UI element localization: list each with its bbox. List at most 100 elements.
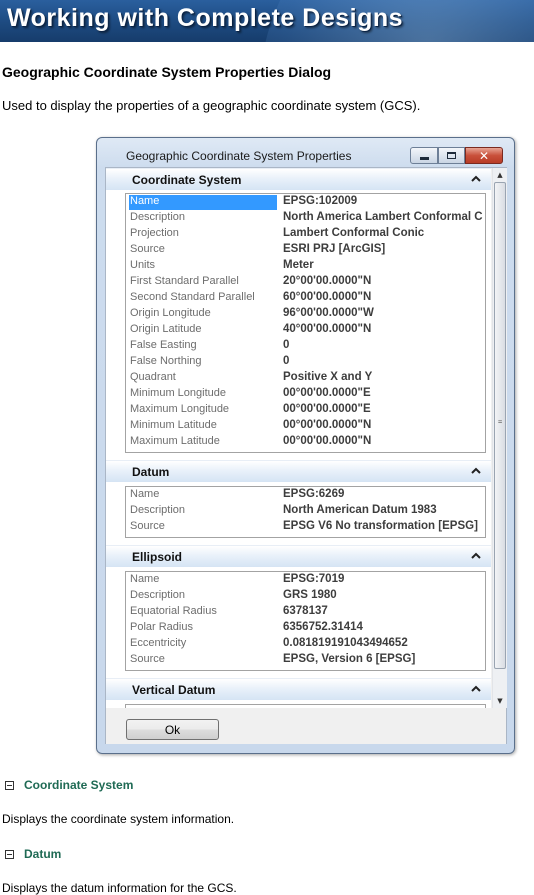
property-row[interactable]: Equatorial Radius 6378137 <box>126 604 485 620</box>
property-row[interactable]: Projection Lambert Conformal Conic <box>126 226 485 242</box>
property-name: First Standard Parallel <box>130 275 239 287</box>
collapse-chevron-icon[interactable] <box>470 465 482 477</box>
minimize-button[interactable] <box>410 147 438 164</box>
page-heading: Geographic Coordinate System Properties … <box>2 64 332 80</box>
property-value: Lambert Conformal Conic <box>283 227 425 239</box>
section-link-datum[interactable]: Datum <box>5 847 61 861</box>
property-name: Description <box>130 504 186 516</box>
property-row[interactable]: Origin Longitude 96°00'00.0000"W <box>126 306 485 322</box>
section-header-vertical-datum[interactable]: Vertical Datum <box>106 678 491 700</box>
property-value: 00°00'00.0000"E <box>283 387 371 399</box>
property-value: Positive X and Y <box>283 371 373 383</box>
section-link-label[interactable]: Datum <box>24 847 61 861</box>
close-button[interactable]: ✕ <box>465 147 503 164</box>
property-value: 00°00'00.0000"N <box>283 419 372 431</box>
coordinate-system-property-grid: Name EPSG:102009 Description North America … <box>125 193 486 453</box>
scroll-down-arrow-icon[interactable]: ▼ <box>493 694 507 708</box>
properties-scroll-area[interactable]: Coordinate System Name EPSG:102009 Descrip… <box>106 168 491 708</box>
property-name: Origin Longitude <box>130 307 211 319</box>
collapse-chevron-icon[interactable] <box>470 173 482 185</box>
scroll-up-arrow-icon[interactable]: ▲ <box>493 168 507 182</box>
property-name: Polar Radius <box>130 621 193 633</box>
section-title: Vertical Datum <box>132 683 216 697</box>
section-title: Ellipsoid <box>132 550 183 564</box>
property-value: 00°00'00.0000"N <box>283 435 372 447</box>
property-row[interactable]: Source ESRI PRJ [ArcGIS] <box>126 242 485 258</box>
property-value: GRS 1980 <box>283 589 337 601</box>
property-row[interactable]: First Standard Parallel 20°00'00.0000"N <box>126 274 485 290</box>
property-name: False Easting <box>130 339 197 351</box>
property-value: 40°00'00.0000"N <box>283 323 372 335</box>
property-name: False Northing <box>130 355 202 367</box>
section-title: Coordinate System <box>132 173 242 187</box>
property-row[interactable]: Origin Latitude 40°00'00.0000"N <box>126 322 485 338</box>
dialog-client-area: Coordinate System Name EPSG:102009 Descrip… <box>105 167 507 744</box>
property-row[interactable]: Quadrant Positive X and Y <box>126 370 485 386</box>
collapse-chevron-icon[interactable] <box>470 683 482 695</box>
property-row[interactable]: Units Meter <box>126 258 485 274</box>
property-row[interactable]: False Northing 0 <box>126 354 485 370</box>
property-value: 0 <box>283 339 290 351</box>
banner: Working with Complete Designs <box>0 0 534 42</box>
property-row[interactable]: False Easting 0 <box>126 338 485 354</box>
property-row[interactable]: Description North American Datum 1983 <box>126 503 485 519</box>
property-name: Name <box>129 195 277 210</box>
property-value: Meter <box>283 259 314 271</box>
property-row[interactable]: Description North America Lambert Conform… <box>126 210 485 226</box>
property-row[interactable]: Minimum Longitude 00°00'00.0000"E <box>126 386 485 402</box>
maximize-icon <box>447 152 456 159</box>
section-link-label[interactable]: Coordinate System <box>24 778 133 792</box>
property-value: 6356752.31414 <box>283 621 363 633</box>
datum-property-grid: Name EPSG:6269 Description North American D… <box>125 486 486 538</box>
property-name: Name <box>130 488 160 500</box>
property-value: 96°00'00.0000"W <box>283 307 374 319</box>
property-name: Equatorial Radius <box>130 605 217 617</box>
grip-icon: = <box>498 418 503 426</box>
collapse-box-icon[interactable] <box>5 780 14 790</box>
dialog-button-bar: Ok <box>106 709 506 744</box>
scrollbar-thumb[interactable]: = <box>494 182 506 669</box>
property-value: EPSG, Version 6 [EPSG] <box>283 653 416 665</box>
banner-title: Working with Complete Designs <box>7 4 404 32</box>
property-value: 00°00'00.0000"E <box>283 403 371 415</box>
section-header-ellipsoid[interactable]: Ellipsoid <box>106 545 491 567</box>
property-row[interactable]: Polar Radius 6356752.31414 <box>126 620 485 636</box>
property-value: EPSG:6269 <box>283 488 345 500</box>
property-name: Minimum Longitude <box>130 387 226 399</box>
property-row[interactable]: Source EPSG V6 No transformation [EPSG] <box>126 519 485 535</box>
collapse-box-icon[interactable] <box>5 849 14 859</box>
property-name: Second Standard Parallel <box>130 291 255 303</box>
section-text: Displays the coordinate system informati… <box>2 812 235 826</box>
gcs-properties-dialog: Geographic Coordinate System Properties … <box>96 137 515 754</box>
property-value: North American Datum 1983 <box>283 504 437 516</box>
section-header-coordinate-system[interactable]: Coordinate System <box>106 168 491 190</box>
property-row[interactable]: Description GRS 1980 <box>126 588 485 604</box>
page-description: Used to display the properties of a geog… <box>2 98 421 113</box>
property-row[interactable]: Second Standard Parallel 60°00'00.0000"N <box>126 290 485 306</box>
property-row[interactable]: Maximum Latitude 00°00'00.0000"N <box>126 434 485 450</box>
property-value: 0 <box>283 355 290 367</box>
property-name: Maximum Latitude <box>130 435 220 447</box>
property-row[interactable]: Name EPSG:7019 <box>126 572 485 588</box>
property-value: EPSG:102009 <box>283 195 358 207</box>
section-header-datum[interactable]: Datum <box>106 460 491 482</box>
ok-button[interactable]: Ok <box>126 719 219 740</box>
maximize-button[interactable] <box>438 147 465 164</box>
property-row[interactable]: Name EPSG:6269 <box>126 487 485 503</box>
property-value: 6378137 <box>283 605 328 617</box>
property-row[interactable]: Eccentricity 0.081819191043494652 <box>126 636 485 652</box>
section-link-coordinate-system[interactable]: Coordinate System <box>5 778 133 792</box>
property-row[interactable]: Maximum Longitude 00°00'00.0000"E <box>126 402 485 418</box>
property-name: Eccentricity <box>130 637 187 649</box>
collapse-chevron-icon[interactable] <box>470 550 482 562</box>
property-name: Description <box>130 589 186 601</box>
property-name: Quadrant <box>130 371 176 383</box>
property-row[interactable]: Minimum Latitude 00°00'00.0000"N <box>126 418 485 434</box>
property-row[interactable]: Source EPSG, Version 6 [EPSG] <box>126 652 485 668</box>
property-row[interactable]: Name EPSG:102009 <box>126 194 485 210</box>
property-name: Source <box>130 653 165 665</box>
vertical-scrollbar[interactable]: ▲ = ▼ <box>492 168 507 708</box>
property-name: Projection <box>130 227 179 239</box>
property-value: 20°00'00.0000"N <box>283 275 372 287</box>
vertical-datum-property-grid <box>125 704 486 708</box>
